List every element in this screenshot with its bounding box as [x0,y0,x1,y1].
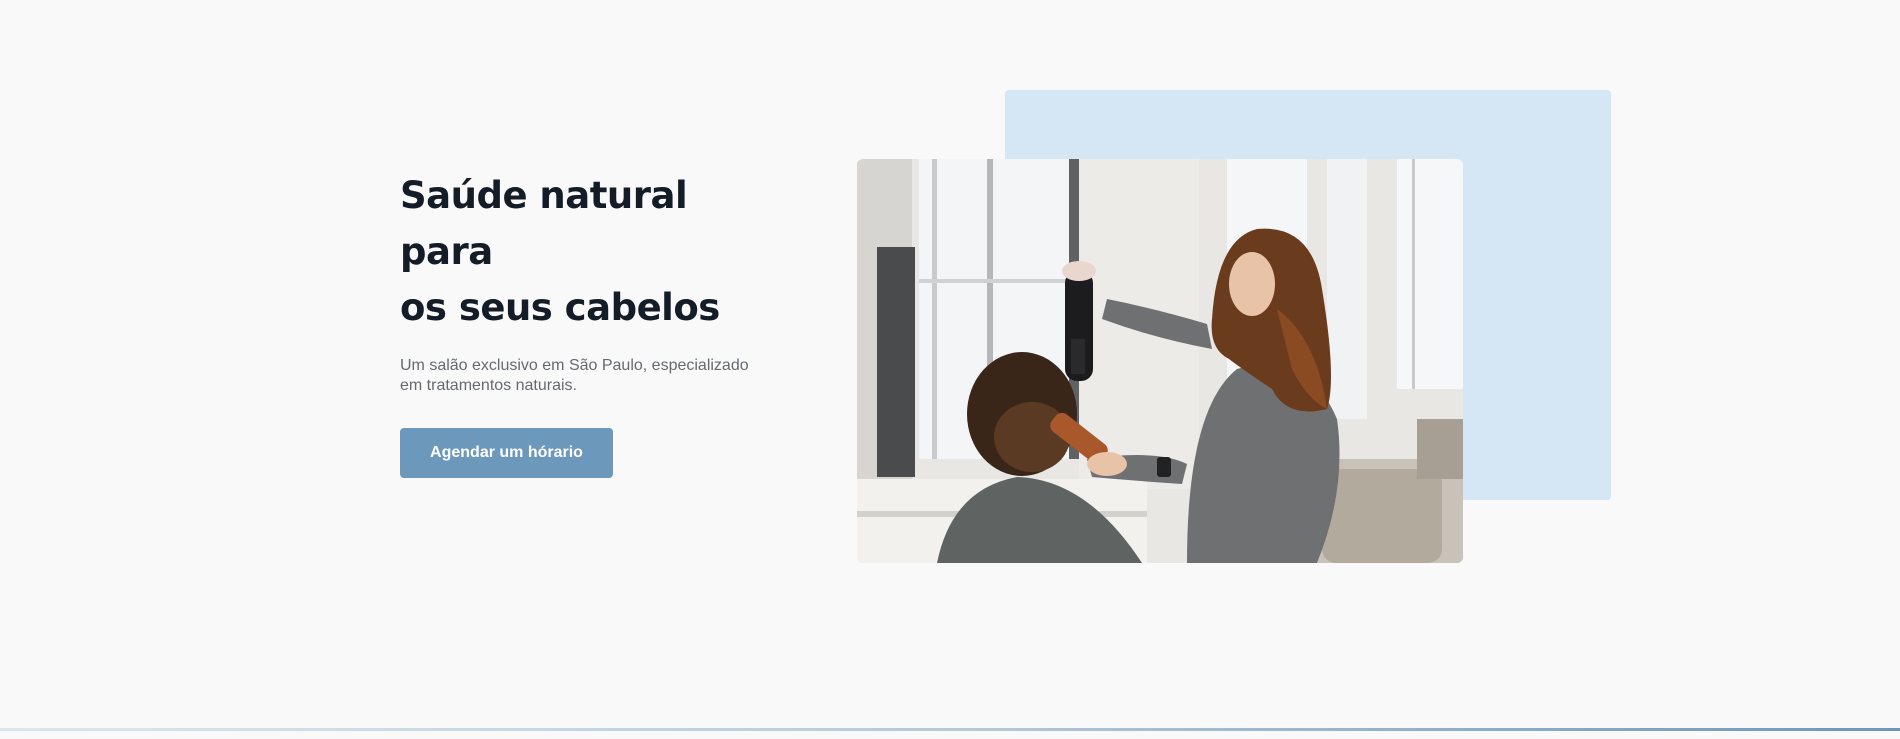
hero-subtitle: Um salão exclusivo em São Paulo, especia… [400,357,749,394]
hero-text-block: Saúde natural para os seus cabelos Um sa… [400,168,780,478]
bottom-divider [0,728,1900,731]
hero-title-line-2: os seus cabelos [400,286,720,329]
hero-title: Saúde natural para os seus cabelos [400,168,780,336]
schedule-appointment-button[interactable]: Agendar um hórario [400,428,613,478]
salon-hairdresser-photo [857,159,1463,563]
hero-section: Saúde natural para os seus cabelos Um sa… [0,0,1900,739]
hero-title-line-1: Saúde natural para [400,174,688,273]
